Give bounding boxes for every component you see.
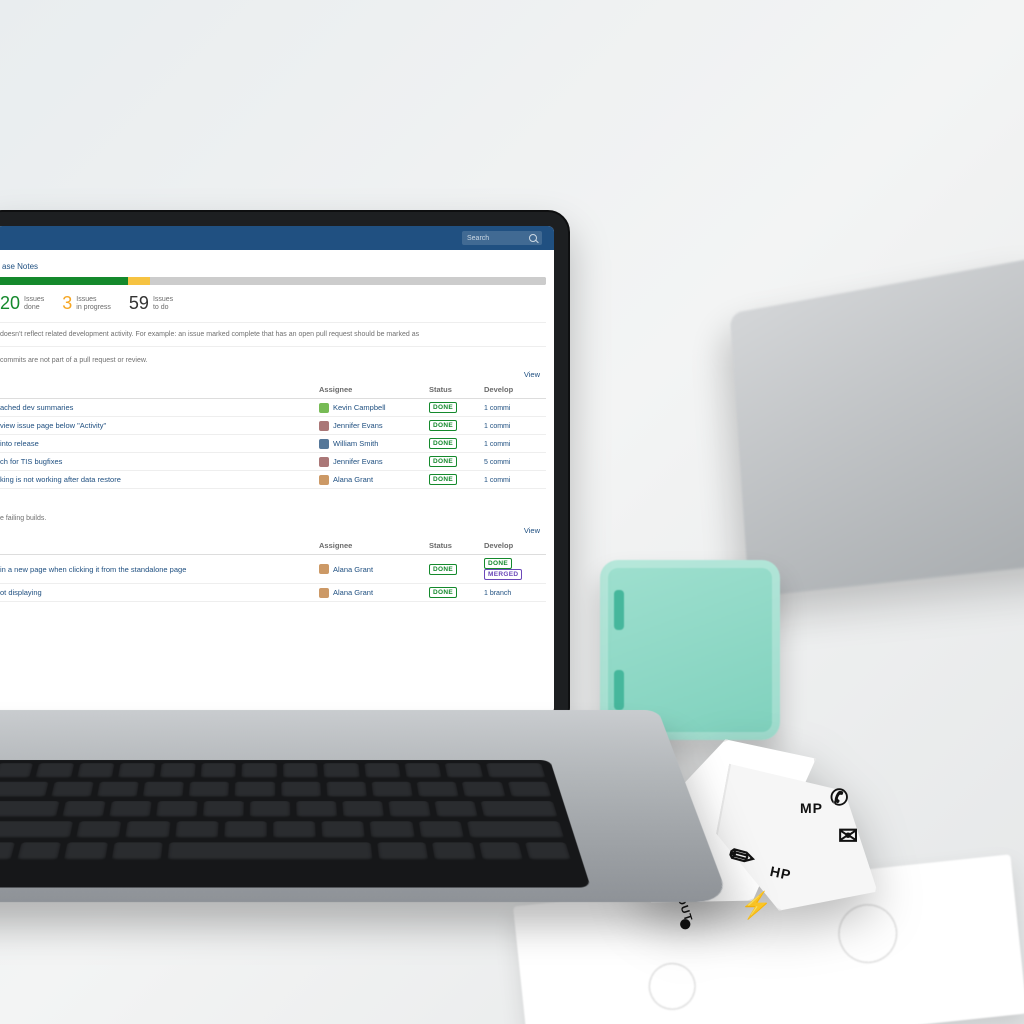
assignee-cell[interactable]: William Smith	[319, 439, 421, 449]
status-badge: DONE	[429, 564, 457, 575]
avatar	[319, 421, 329, 431]
status-badge: DONE	[429, 474, 457, 485]
assignee-cell[interactable]: Jennifer Evans	[319, 421, 421, 431]
table-row[interactable]: ot displaying Alana Grant DONE 1 branch	[0, 584, 546, 602]
avatar	[319, 403, 329, 413]
avatar	[319, 439, 329, 449]
assignee-name: Jennifer Evans	[333, 421, 383, 430]
develop-cell[interactable]: 1 commi	[480, 435, 546, 453]
status-badge: DONE	[429, 456, 457, 467]
view-link-2[interactable]: View	[0, 524, 546, 537]
table-row[interactable]: view issue page below "Activity" Jennifer…	[0, 417, 546, 435]
issue-summary[interactable]: ch for TIS bugfixes	[0, 453, 315, 471]
stat-done: 20 Issuesdone	[0, 293, 44, 314]
table-row[interactable]: ached dev summaries Kevin Campbell DONE 1 c…	[0, 399, 546, 417]
col-assignee-2: Assignee	[315, 537, 425, 555]
issue-summary[interactable]: ot displaying	[0, 584, 315, 602]
bolt-icon: ⚡	[740, 890, 772, 921]
stat-in-progress: 3 Issuesin progress	[62, 293, 111, 314]
status-badge: DONE	[429, 438, 457, 449]
search-input[interactable]: Search	[462, 231, 542, 245]
develop-cell[interactable]: 1 commi	[480, 471, 546, 489]
stat-to-do: 59 Issuesto do	[129, 293, 173, 314]
issue-summary[interactable]: into release	[0, 435, 315, 453]
release-notes-link[interactable]: ase Notes	[0, 260, 546, 277]
develop-cell[interactable]: 1 branch	[480, 584, 546, 602]
status-badge: DONE	[429, 587, 457, 598]
avatar	[319, 475, 329, 485]
avatar	[319, 588, 329, 598]
die-label-mp: MP	[800, 800, 823, 816]
col-status: Status	[425, 381, 480, 399]
avatar	[319, 564, 329, 574]
issue-stats: 20 Issuesdone 3 Issuesin progress 59 Iss…	[0, 293, 546, 323]
issues-table-2: Assignee Status Develop in a new page wh…	[0, 537, 546, 602]
mail-icon: ✉	[838, 822, 858, 851]
app-screen: Search ase Notes 20 Issuesdone 3 Issuesi…	[0, 226, 554, 714]
assignee-cell[interactable]: Alana Grant	[319, 564, 421, 574]
avatar	[319, 457, 329, 467]
phone-icon: ✆	[830, 785, 848, 811]
view-link-1[interactable]: View	[0, 368, 546, 381]
col-assignee: Assignee	[315, 381, 425, 399]
laptop-keyboard	[0, 760, 591, 888]
laptop: Search ase Notes 20 Issuesdone 3 Issuesi…	[0, 210, 570, 730]
background-laptop	[730, 256, 1024, 597]
develop-cell[interactable]: DONE MERGED	[480, 555, 546, 584]
assignee-name: William Smith	[333, 439, 378, 448]
status-badge: DONE	[429, 402, 457, 413]
issue-summary[interactable]: ached dev summaries	[0, 399, 315, 417]
app-topbar: Search	[0, 226, 554, 250]
commits-note: commits are not part of a pull request o…	[0, 347, 546, 368]
table-row[interactable]: king is not working after data restore Al…	[0, 471, 546, 489]
status-badge: DONE	[429, 420, 457, 431]
assignee-name: Alana Grant	[333, 475, 373, 484]
table-row[interactable]: ch for TIS bugfixes Jennifer Evans DONE 5 c…	[0, 453, 546, 471]
assignee-cell[interactable]: Alana Grant	[319, 588, 421, 598]
col-status-2: Status	[425, 537, 480, 555]
issue-summary[interactable]: in a new page when clicking it from the …	[0, 555, 315, 584]
develop-cell[interactable]: 1 commi	[480, 417, 546, 435]
warning-banner: doesn't reflect related development acti…	[0, 323, 546, 347]
failing-builds-note: e failing builds.	[0, 509, 546, 524]
search-placeholder: Search	[467, 235, 489, 242]
issues-table-1: Assignee Status Develop ached dev summar…	[0, 381, 546, 489]
assignee-cell[interactable]: Alana Grant	[319, 475, 421, 485]
assignee-name: Jennifer Evans	[333, 457, 383, 466]
assignee-name: Alana Grant	[333, 588, 373, 597]
col-develop: Develop	[480, 381, 546, 399]
table-row[interactable]: in a new page when clicking it from the …	[0, 555, 546, 584]
develop-cell[interactable]: 5 commi	[480, 453, 546, 471]
assignee-cell[interactable]: Kevin Campbell	[319, 403, 421, 413]
develop-cell[interactable]: 1 commi	[480, 399, 546, 417]
assignee-cell[interactable]: Jennifer Evans	[319, 457, 421, 467]
progress-bar	[0, 277, 546, 285]
col-develop-2: Develop	[480, 537, 546, 555]
table-row[interactable]: into release William Smith DONE 1 commi	[0, 435, 546, 453]
issue-summary[interactable]: view issue page below "Activity"	[0, 417, 315, 435]
search-icon	[529, 234, 537, 242]
person-icon: ●	[678, 910, 693, 938]
assignee-name: Alana Grant	[333, 565, 373, 574]
assignee-name: Kevin Campbell	[333, 403, 386, 412]
issue-summary[interactable]: king is not working after data restore	[0, 471, 315, 489]
